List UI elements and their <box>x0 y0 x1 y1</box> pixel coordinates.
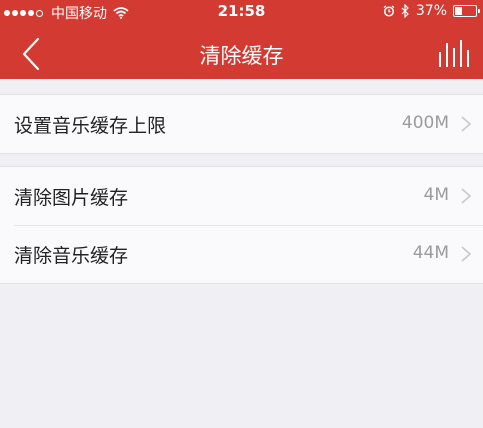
row-label: 清除图片缓存 <box>14 187 129 209</box>
status-bar: 中国移动 21:58 37% <box>0 0 483 24</box>
row-label: 清除音乐缓存 <box>14 245 129 267</box>
row-value: 4M <box>423 185 449 205</box>
list-item-music-cache-limit[interactable]: 设置音乐缓存上限 400M <box>0 95 483 153</box>
bluetooth-icon <box>401 4 409 18</box>
list-item-clear-music-cache[interactable]: 清除音乐缓存 44M <box>0 225 483 283</box>
alarm-icon <box>383 5 395 17</box>
settings-group-clear: 清除图片缓存 4M 清除音乐缓存 44M <box>0 166 483 284</box>
battery-icon <box>453 5 480 17</box>
row-label: 设置音乐缓存上限 <box>14 115 167 137</box>
settings-group-limit: 设置音乐缓存上限 400M <box>0 94 483 154</box>
chevron-right-icon <box>461 116 472 132</box>
row-value: 44M <box>412 243 449 263</box>
header-bar: 中国移动 21:58 37% 清除缓存 <box>0 0 483 79</box>
now-playing-button[interactable] <box>437 38 469 68</box>
equalizer-icon <box>439 40 469 67</box>
row-value: 400M <box>401 113 449 133</box>
page-title: 清除缓存 <box>199 44 284 68</box>
list-item-clear-image-cache[interactable]: 清除图片缓存 4M <box>0 167 483 225</box>
chevron-right-icon <box>461 188 472 204</box>
battery-percent: 37% <box>415 3 447 19</box>
chevron-right-icon <box>461 246 472 262</box>
